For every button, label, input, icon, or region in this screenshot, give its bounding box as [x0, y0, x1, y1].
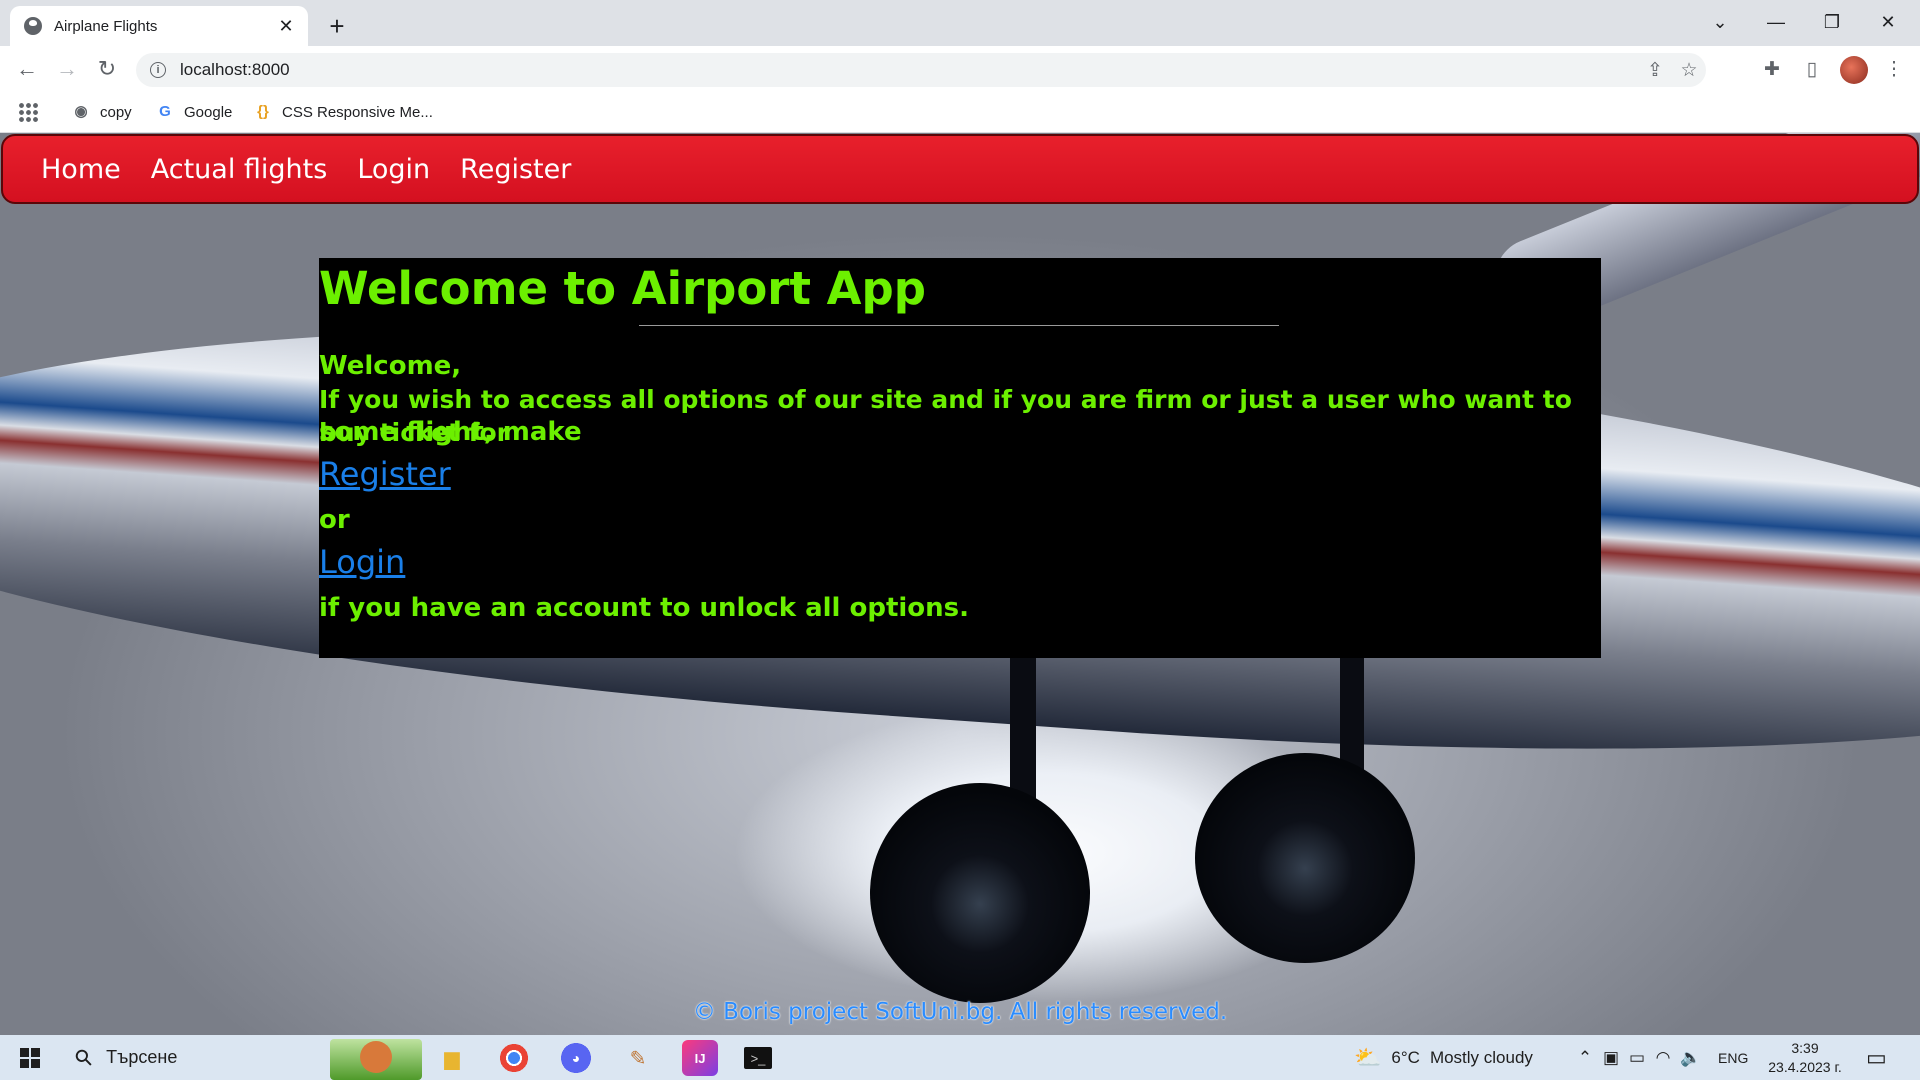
clock[interactable]: 3:39 23.4.2023 г.: [1768, 1039, 1842, 1077]
info-icon[interactable]: i: [150, 62, 166, 78]
notification-icon[interactable]: ▭: [1866, 1035, 1887, 1080]
weather-widget[interactable]: ⛅ 6°C Mostly cloudy: [1354, 1035, 1533, 1080]
bookmark-google[interactable]: G Google: [156, 100, 232, 124]
url-text[interactable]: localhost:8000: [180, 60, 1638, 80]
paint-icon[interactable]: ✎: [620, 1040, 656, 1076]
weather-desc: Mostly cloudy: [1429, 1047, 1533, 1067]
sidepanel-icon[interactable]: ▯: [1798, 56, 1826, 84]
tab-title: Airplane Flights: [54, 17, 158, 35]
plane-wheel: [870, 783, 1090, 1003]
divider: [639, 325, 1279, 326]
welcome-intro-line2: some flight, make: [319, 417, 582, 447]
nav-actual-flights[interactable]: Actual flights: [151, 154, 328, 185]
plus-icon[interactable]: +: [322, 12, 352, 42]
globe-icon: ◉: [74, 103, 88, 120]
battery-icon[interactable]: ▭: [1624, 1048, 1650, 1068]
taskbar: ⚲ Търсене ▆ ◕ ✎ IJ >_ ⛅ 6°C Mostly cloud…: [0, 1035, 1920, 1080]
restore-icon[interactable]: ❐: [1812, 6, 1852, 40]
search-icon: ⚲: [69, 1042, 99, 1072]
discord-icon[interactable]: ◕: [558, 1040, 594, 1076]
avatar[interactable]: [1840, 56, 1868, 84]
search-placeholder: Търсене: [106, 1047, 178, 1067]
globe-icon: [24, 17, 42, 35]
star-icon[interactable]: ☆: [1672, 59, 1706, 82]
volume-icon[interactable]: 🔈: [1676, 1048, 1706, 1068]
explorer-icon[interactable]: ▆: [434, 1040, 470, 1076]
windows-start-icon[interactable]: [20, 1048, 40, 1068]
address-bar[interactable]: i localhost:8000 ⇪ ☆: [136, 53, 1706, 87]
plane-wheel: [1195, 753, 1415, 963]
braces-icon: {}: [257, 103, 269, 120]
language-indicator[interactable]: ENG: [1718, 1050, 1748, 1066]
terminal-icon[interactable]: >_: [744, 1047, 772, 1069]
bookmark-copy[interactable]: ◉ copy: [72, 100, 132, 124]
window-close-icon[interactable]: ✕: [1868, 6, 1908, 40]
clock-time: 3:39: [1791, 1040, 1819, 1056]
nav-home[interactable]: Home: [41, 154, 121, 185]
minimize-icon[interactable]: —: [1756, 6, 1796, 40]
browser-toolbar: ← → ↻ i localhost:8000 ⇪ ☆ ✚ ▯ ⋮: [0, 46, 1920, 92]
welcome-closing: if you have an account to unlock all opt…: [319, 593, 970, 623]
weather-temp: 6°C: [1391, 1047, 1420, 1067]
system-tray: ⌃ ▣ ▭ ◠ 🔈 ENG: [1572, 1035, 1748, 1080]
page-title: Welcome to Airport App: [319, 262, 926, 315]
bookmark-css-responsive[interactable]: {} CSS Responsive Me...: [254, 100, 433, 124]
bookmark-label: Google: [184, 103, 233, 121]
forward-icon[interactable]: →: [52, 54, 82, 84]
footer-copyright: © Boris project SoftUni.bg. All rights r…: [692, 999, 1228, 1025]
nav-login[interactable]: Login: [357, 154, 430, 185]
bookmark-label: CSS Responsive Me...: [282, 103, 433, 121]
meet-icon[interactable]: ▣: [1598, 1048, 1624, 1068]
wifi-icon[interactable]: ◠: [1650, 1048, 1676, 1068]
menu-icon[interactable]: ⋮: [1880, 56, 1908, 84]
weather-icon: ⛅: [1354, 1044, 1382, 1070]
intellij-icon[interactable]: IJ: [682, 1040, 718, 1076]
page-viewport: Home Actual flights Login Register Welco…: [0, 133, 1920, 1035]
bookmarks-bar: ◉ copy G Google {} CSS Responsive Me...: [0, 92, 1920, 133]
puzzle-icon[interactable]: ✚: [1758, 56, 1786, 84]
welcome-greeting: Welcome,: [319, 351, 462, 381]
close-icon[interactable]: ✕: [274, 14, 298, 38]
register-link[interactable]: Register: [319, 455, 451, 493]
chevron-up-icon[interactable]: ⌃: [1572, 1048, 1598, 1068]
or-text: or: [319, 505, 350, 535]
tab-strip: Airplane Flights ✕ + ⌄ — ❐ ✕: [0, 0, 1920, 46]
login-link[interactable]: Login: [319, 543, 405, 581]
main-navbar: Home Actual flights Login Register: [1, 134, 1919, 204]
apps-grid-icon[interactable]: [18, 102, 38, 122]
fox-image: [360, 1041, 392, 1073]
taskbar-search[interactable]: ⚲ Търсене: [62, 1035, 422, 1080]
welcome-panel: Welcome to Airport App Welcome, If you w…: [319, 258, 1601, 658]
clock-date: 23.4.2023 г.: [1768, 1059, 1842, 1075]
bookmark-label: copy: [100, 103, 132, 121]
browser-tab[interactable]: Airplane Flights ✕: [10, 6, 308, 46]
share-icon[interactable]: ⇪: [1638, 59, 1672, 82]
chevron-down-icon[interactable]: ⌄: [1700, 6, 1740, 40]
reload-icon[interactable]: ↻: [92, 54, 122, 84]
back-icon[interactable]: ←: [12, 54, 42, 84]
chrome-icon[interactable]: [496, 1040, 532, 1076]
google-icon: G: [159, 103, 171, 120]
nav-register[interactable]: Register: [460, 154, 571, 185]
